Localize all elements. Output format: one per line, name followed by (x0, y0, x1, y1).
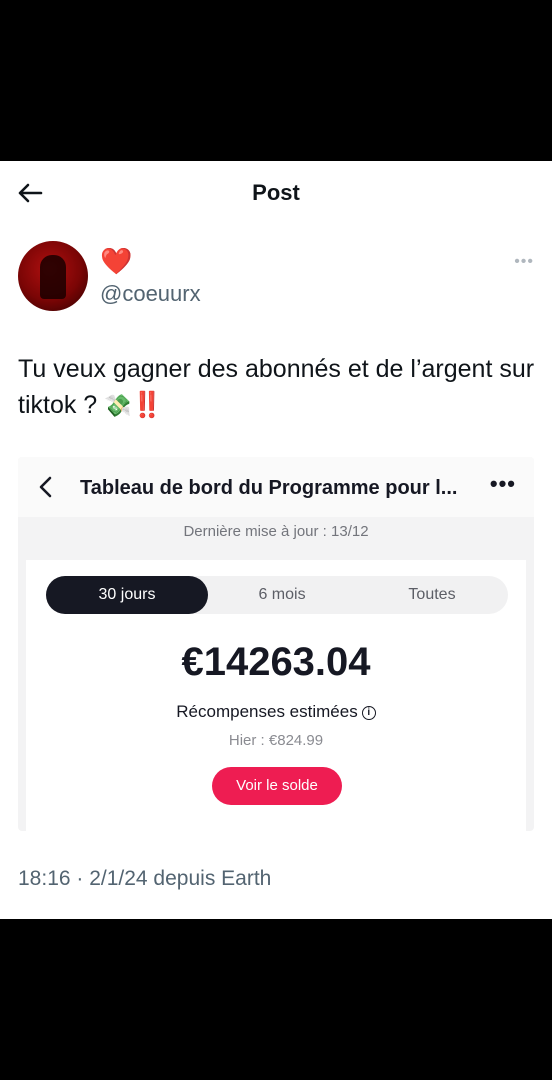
page-title: Post (252, 180, 300, 205)
embed-header: Tableau de bord du Programme pour l... •… (18, 457, 534, 517)
yesterday-earnings: Hier : €824.99 (228, 732, 324, 749)
money-emoji: 💸 (104, 393, 132, 418)
heart-emoji: ❤️ (100, 246, 133, 276)
tab-all: Toutes (408, 586, 456, 603)
chevron-left-icon (39, 476, 52, 498)
avatar[interactable] (18, 241, 88, 311)
tab-30-days: 30 jours (46, 576, 208, 614)
embed-more-icon: ••• (489, 471, 516, 496)
rewards-card: 30 jours 6 mois Toutes €14263.04 Récompe… (26, 560, 526, 831)
double-exclamation-emoji: ‼️ (131, 391, 163, 419)
post-timestamp: 18:16 · 2/1/24 depuis Earth (18, 867, 272, 890)
tab-6-months: 6 mois (258, 586, 306, 603)
post-panel: Post ❤️ @coeuurx ••• Tu veux gagner des … (0, 161, 552, 919)
embed-title: Tableau de bord du Programme pour l... (80, 477, 458, 499)
period-tabs: 30 jours 6 mois Toutes (46, 576, 508, 614)
rewards-label-text: Récompenses estimées (176, 702, 358, 721)
embedded-screenshot[interactable]: Tableau de bord du Programme pour l... •… (18, 457, 534, 831)
tweet-body: Tu veux gagner des abonnés et de l’argen… (18, 355, 535, 419)
tweet-text: Tu veux gagner des abonnés et de l’argen… (18, 351, 538, 424)
top-bar: Post (0, 161, 552, 223)
rewards-label: Récompenses estimées i (26, 702, 526, 722)
info-icon: i (361, 706, 376, 720)
rewards-amount: €14263.04 (181, 640, 371, 684)
user-handle[interactable]: @coeuurx (100, 281, 201, 307)
view-balance-button: Voir le solde (212, 767, 342, 805)
more-options-icon[interactable]: ••• (514, 253, 534, 271)
last-updated: Dernière mise à jour : 13/12 (183, 523, 369, 540)
